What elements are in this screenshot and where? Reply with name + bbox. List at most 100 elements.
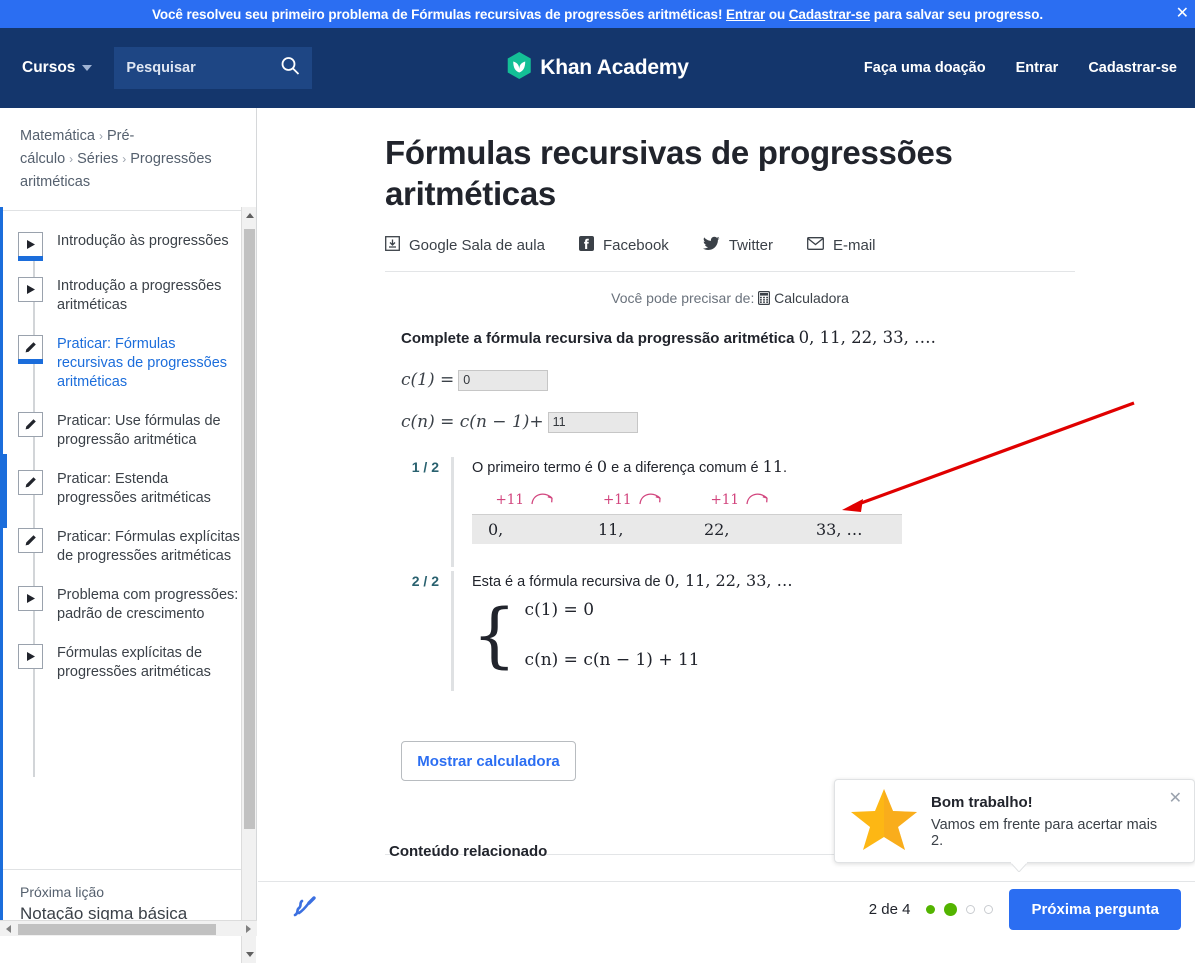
sidebar-item-4[interactable]: Praticar: Estenda progressões aritmética… [0, 459, 256, 517]
hint-step-number: 2 / 2 [411, 573, 439, 589]
sidebar-item-label: Praticar: Fórmulas recursivas de progres… [57, 336, 228, 390]
share-email-button[interactable]: E-mail [807, 237, 876, 254]
scribble-draw-icon[interactable] [290, 892, 320, 927]
main-navbar: Cursos Pesquisar Khan Academy Faça uma d… [0, 28, 1195, 108]
close-icon[interactable]: ✕ [1176, 6, 1189, 22]
breadcrumb-separator: › [122, 152, 127, 166]
search-input[interactable]: Pesquisar [114, 47, 313, 89]
formula-line-1: c(1) = 0 [524, 600, 595, 620]
banner-signup-link[interactable]: Cadastrar-se [789, 7, 870, 22]
sequence-op-2: +11 [687, 490, 795, 510]
sidebar-item-label: Praticar: Fórmulas explícitas de progres… [57, 529, 240, 564]
equation-label: c(1) = [401, 370, 455, 390]
exercise-footer: 2 de 4 Próxima pergunta [258, 881, 1195, 936]
prompt-sequence: 0, 11, 22, 33, …. [798, 328, 936, 347]
sidebar-item-label: Praticar: Estenda progressões aritmética… [57, 471, 211, 506]
answer-value: 11 [552, 415, 566, 429]
hint-first-term: 0 [596, 457, 608, 476]
sidebar-item-5[interactable]: Praticar: Fórmulas explícitas de progres… [0, 517, 256, 575]
curved-arrow-icon [530, 490, 556, 510]
sidebar-item-1[interactable]: Introdução a progressões aritméticas [0, 266, 256, 324]
breadcrumb: Matemática › Pré-cálculo › Séries › Progressõe… [0, 108, 256, 211]
answer-value: 0 [463, 373, 471, 387]
calculator-link[interactable]: Calculadora [774, 290, 849, 306]
you-may-need-label: Você pode precisar de: [611, 290, 755, 306]
hint-step-1: 1 / 2 O primeiro termo é 0 e a diferença… [399, 457, 1195, 567]
google-classroom-icon [385, 236, 400, 255]
sequence-op-1: +11 [580, 490, 688, 510]
share-label: Twitter [728, 237, 773, 254]
lesson-list: Introdução às progressões Introdução a p… [0, 211, 256, 869]
sidebar-vertical-scrollbar[interactable] [241, 207, 256, 963]
breadcrumb-item-2[interactable]: Séries [77, 151, 118, 167]
sidebar-item-label: Introdução a progressões aritméticas [57, 278, 222, 313]
promo-banner: Você resolveu seu primeiro problema de F… [0, 0, 1195, 28]
toast-title: Bom trabalho! [931, 793, 1033, 811]
video-icon [18, 644, 43, 669]
next-question-button[interactable]: Próxima pergunta [1009, 888, 1181, 930]
exercise-icon [18, 412, 43, 437]
banner-text: Você resolveu seu primeiro problema de F… [151, 6, 723, 22]
sequence-terms-row: 0, 11, 22, 33, … [472, 514, 902, 544]
progress-dot-1 [926, 904, 936, 914]
close-icon[interactable]: ✕ [1169, 788, 1182, 808]
sequence-op-label: +11 [603, 492, 632, 508]
khan-academy-logo[interactable]: Khan Academy [506, 51, 689, 85]
sidebar-item-label: Praticar: Use fórmulas de progressão ari… [57, 413, 221, 448]
next-lesson-label: Próxima lição [20, 884, 105, 900]
scroll-up-icon[interactable] [242, 207, 257, 224]
scroll-left-icon[interactable] [0, 921, 17, 936]
question-counter: 2 de 4 [868, 900, 911, 918]
progress-dots [926, 902, 994, 916]
sidebar-item-6[interactable]: Problema com progressões: padrão de cres… [0, 575, 256, 633]
progress-dot-3 [966, 904, 976, 914]
sidebar-item-label: Fórmulas explícitas de progressões aritm… [57, 645, 211, 680]
sidebar-item-7[interactable]: Fórmulas explícitas de progressões aritm… [0, 633, 256, 691]
share-google-classroom-button[interactable]: Google Sala de aula [385, 236, 545, 255]
scroll-down-icon[interactable] [242, 946, 257, 963]
share-label: Google Sala de aula [409, 237, 545, 254]
answer-input-2[interactable]: 11 [547, 411, 638, 433]
star-icon [851, 787, 917, 856]
scrollbar-thumb[interactable] [244, 229, 255, 829]
share-twitter-button[interactable]: Twitter [702, 236, 773, 255]
equation-label: c(n) = c(n − 1)+ [401, 412, 544, 432]
search-placeholder: Pesquisar [126, 60, 196, 76]
video-icon [18, 277, 43, 302]
hint-text-part: e a diferença comum é [611, 460, 759, 476]
share-facebook-button[interactable]: Facebook [578, 236, 669, 255]
courses-menu-button[interactable]: Cursos [22, 59, 93, 77]
sidebar-item-2[interactable]: Praticar: Fórmulas recursivas de progres… [0, 324, 256, 401]
sidebar-item-0[interactable]: Introdução às progressões [0, 221, 256, 266]
banner-login-link[interactable]: Entrar [726, 7, 765, 22]
exercise-icon [18, 470, 43, 495]
signup-link[interactable]: Cadastrar-se [1088, 60, 1177, 76]
sidebar-item-3[interactable]: Praticar: Use fórmulas de progressão ari… [0, 401, 256, 459]
breadcrumb-separator: › [69, 152, 74, 166]
donate-link[interactable]: Faça uma doação [864, 60, 986, 76]
breadcrumb-separator: › [98, 129, 103, 143]
twitter-icon [702, 236, 720, 255]
equation-row-2: c(n) = c(n − 1)+ 11 [401, 405, 1195, 439]
sidebar-horizontal-scrollbar[interactable] [0, 920, 257, 936]
progress-dot-2-current [944, 902, 958, 916]
page-title: Fórmulas recursivas de progressões aritm… [385, 134, 953, 212]
hint-step-2: 2 / 2 Esta é a fórmula recursiva de 0, 1… [399, 571, 1195, 691]
answer-input-1[interactable]: 0 [458, 369, 549, 391]
scroll-right-icon[interactable] [240, 921, 257, 936]
sequence-op-0: +11 [472, 490, 580, 510]
exercise-icon [18, 335, 43, 364]
scrollbar-thumb[interactable] [18, 924, 216, 935]
calculator-icon [758, 290, 774, 306]
formula-line-2: c(n) = c(n − 1) + 11 [524, 650, 700, 670]
sequence-term: 0, [488, 520, 504, 539]
login-link[interactable]: Entrar [1016, 60, 1059, 76]
banner-text-after: para salvar seu progresso. [873, 6, 1044, 22]
show-calculator-button[interactable]: Mostrar calculadora [401, 741, 576, 781]
chevron-down-icon [82, 65, 93, 71]
facebook-icon [578, 236, 594, 255]
prompt-text: Complete a fórmula recursiva da progress… [401, 330, 795, 347]
courses-label: Cursos [22, 59, 76, 76]
breadcrumb-item-0[interactable]: Matemática [20, 128, 95, 144]
sequence-term: 33, … [816, 520, 863, 539]
